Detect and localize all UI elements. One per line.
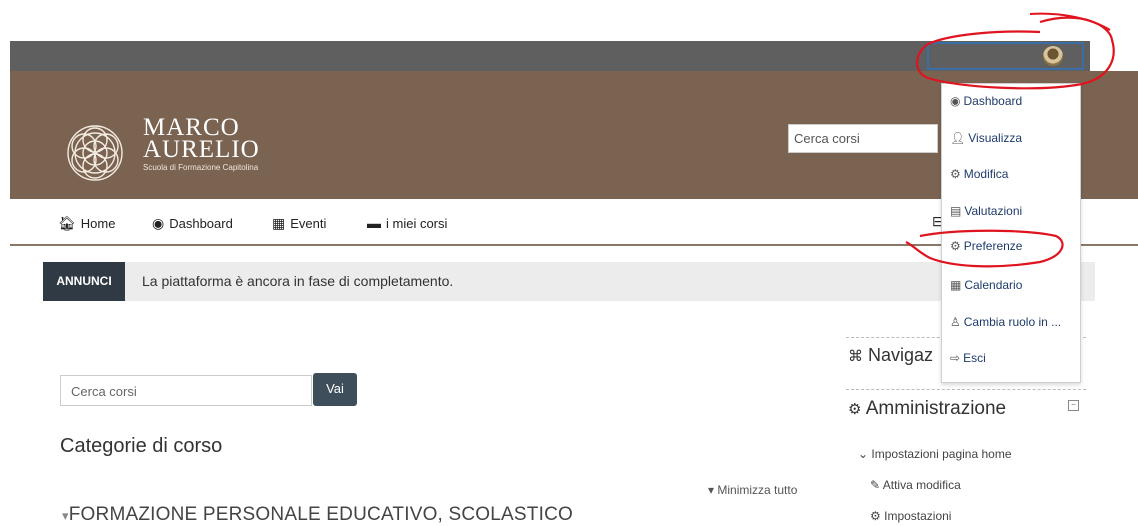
user-outline-icon: ♙ — [950, 315, 961, 329]
cog-icon: ⚙ — [950, 167, 961, 181]
menu-item-label: Modifica — [963, 167, 1009, 181]
menu-item-edit[interactable]: ⚙ Modifica — [950, 167, 1008, 181]
admin-item-label: Impostazioni — [884, 509, 952, 523]
language-menu[interactable]: 🌐︎ Italiano (it) ▾ — [791, 9, 869, 24]
menu-item-label: Dashboard — [963, 94, 1023, 108]
avatar[interactable] — [1043, 46, 1063, 66]
caret-down-icon: ▾ — [863, 9, 870, 23]
header-search-input[interactable]: Cerca corsi — [788, 124, 938, 153]
logo-subtitle: Scuola di Formazione Capitolina — [143, 163, 259, 172]
nav-item-label: Home — [80, 216, 116, 231]
dashboard-icon: ◉ — [950, 94, 961, 108]
nav-item-label: i miei corsi — [386, 216, 448, 231]
menu-item-label: Preferenze — [963, 239, 1023, 253]
user-name: ROBERTA GAETA — [938, 9, 1038, 23]
caret-down-icon: ▾ — [1069, 9, 1076, 23]
admin-item-edit-mode[interactable]: ✎ Attiva modifica — [870, 478, 961, 492]
pencil-icon: ✎ — [870, 478, 881, 492]
logo-icon[interactable] — [64, 122, 126, 184]
minimize-block-icon[interactable]: − — [1068, 400, 1079, 411]
menu-item-label: Esci — [963, 351, 986, 365]
course-search-input[interactable]: Cerca corsi — [60, 375, 312, 406]
menu-item-logout[interactable]: ⇨ Esci — [950, 351, 986, 365]
navigation-block-title[interactable]: ⌘ Navigaz — [848, 345, 933, 366]
menu-item-calendar[interactable]: ▦ Calendario — [950, 278, 1022, 292]
chevron-down-icon: ⌄ — [858, 447, 869, 461]
sign-out-icon: ⇨ — [950, 351, 961, 365]
block-divider — [846, 389, 1086, 390]
nav-item-label: Eventi — [290, 216, 327, 231]
user-dropdown-menu — [941, 83, 1081, 383]
menu-item-dashboard[interactable]: ◉ Dashboard — [950, 94, 1022, 108]
admin-item-settings[interactable]: ⚙ Impostazioni — [870, 509, 951, 523]
nav-item-label: Dashboard — [169, 216, 233, 231]
logo-text-line2: AURELIO — [143, 136, 260, 163]
announcement-text: La piattaforma è ancora in fase di compl… — [142, 273, 454, 289]
menu-item-label: Cambia ruolo in ... — [963, 315, 1062, 329]
nav-item-eventi[interactable]: ▦ Eventi — [272, 215, 326, 232]
table-icon: ▤ — [950, 204, 962, 218]
admin-item-home-settings[interactable]: ⌄ Impostazioni pagina home — [858, 447, 1012, 461]
admin-item-label: Attiva modifica — [882, 478, 961, 492]
calendar-icon: ▦ — [950, 278, 962, 292]
announcement-badge: ANNUNCI — [43, 262, 125, 301]
admin-item-label: Impostazioni pagina home — [871, 447, 1012, 461]
briefcase-icon: ▬ — [367, 215, 381, 231]
menu-item-preferences[interactable]: ⚙ Preferenze — [950, 239, 1022, 253]
block-title-label: Navigaz — [868, 345, 934, 365]
caret-down-icon: ▾ — [708, 483, 715, 497]
calendar-icon: ▦ — [272, 215, 286, 231]
menu-item-profile[interactable]: 👤︎ Visualizza — [950, 131, 1022, 145]
administration-block-title[interactable]: ⚙ Amministrazione — [848, 398, 1006, 420]
menu-item-label: Visualizza — [968, 131, 1023, 145]
search-button[interactable]: Vai — [313, 373, 357, 406]
category-label: FORMAZIONE PERSONALE EDUCATIVO, SCOLASTI… — [68, 504, 573, 525]
user-icon: 👤︎ — [950, 131, 966, 145]
menu-item-label: Valutazioni — [964, 204, 1023, 218]
caret-down-icon: ▾ — [62, 508, 69, 523]
nav-item-my-courses[interactable]: ▬ i miei corsi — [367, 215, 447, 231]
bell-icon[interactable]: 🔔︎ — [722, 8, 740, 25]
nav-item-home[interactable]: 🏠︎ Home — [58, 215, 115, 232]
collapse-all-link[interactable]: ▾ Minimizza tutto — [708, 483, 797, 497]
globe-icon: 🌐︎ — [791, 9, 801, 23]
language-label: Italiano (it) — [803, 9, 860, 23]
block-title-label: Amministrazione — [865, 398, 1007, 419]
sitemap-icon: ⌘ — [848, 348, 863, 365]
cog-icon: ⚙ — [950, 239, 961, 253]
home-icon: 🏠︎ — [58, 215, 76, 231]
menu-item-label: Calendario — [964, 278, 1023, 292]
cogs-icon: ⚙ — [848, 401, 862, 418]
nav-item-dashboard[interactable]: ◉ Dashboard — [152, 215, 233, 232]
collapse-all-label: Minimizza tutto — [717, 483, 798, 497]
dashboard-icon: ◉ — [152, 215, 165, 231]
page-title: Categorie di corso — [60, 435, 223, 457]
menu-item-grades[interactable]: ▤ Valutazioni — [950, 204, 1022, 218]
cog-icon: ⚙ — [870, 509, 881, 523]
chat-icon[interactable]: 💬︎ — [749, 8, 766, 24]
menu-item-switch-role[interactable]: ♙ Cambia ruolo in ... — [950, 315, 1061, 329]
